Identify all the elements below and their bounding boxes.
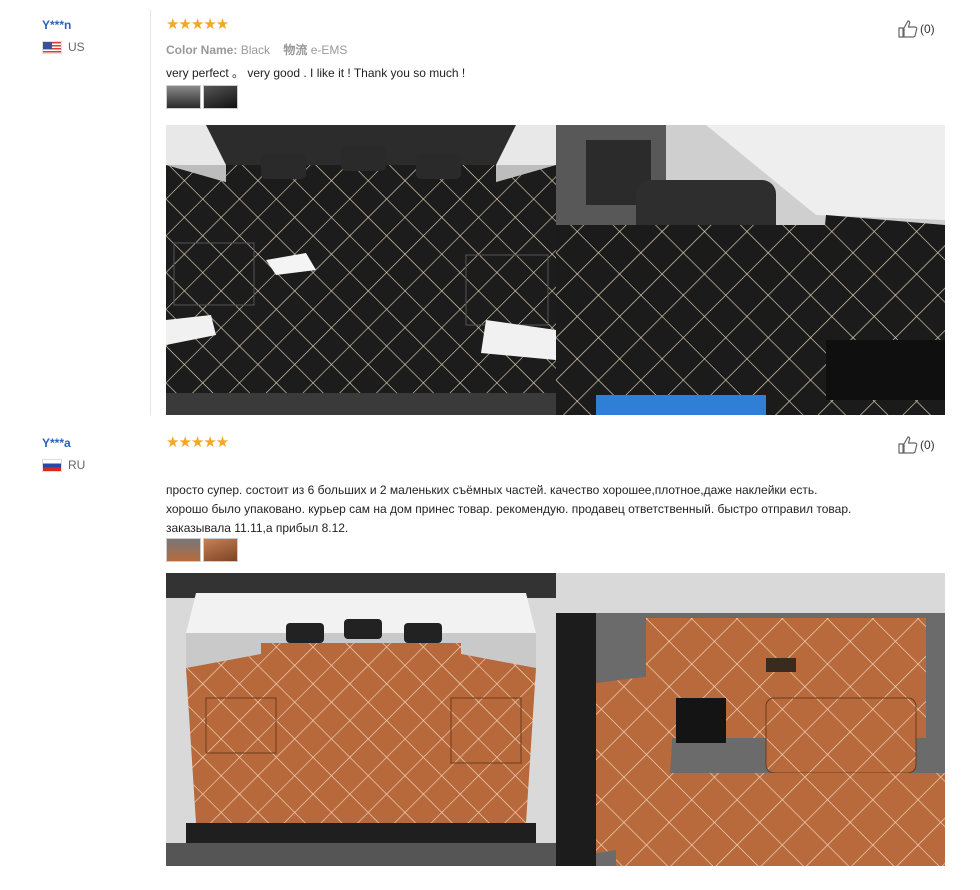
review-2: Y***a RU ★★★★★ (0) просто супер. состоит…: [0, 420, 980, 890]
review-text-line: просто супер. состоит из 6 больших и 2 м…: [166, 483, 818, 497]
review-photo[interactable]: [166, 125, 556, 415]
reviewer-country: RU: [42, 458, 142, 472]
review-text-line: хорошо было упаковано. курьер сам на дом…: [166, 502, 852, 516]
review-1: Y***n US ★★★★★ Color Name: Black 物流 e-EM…: [0, 0, 980, 420]
ru-flag-icon: [42, 458, 62, 472]
photo-thumbnail[interactable]: [166, 538, 201, 562]
review-photo[interactable]: [166, 573, 556, 866]
helpful-count: (0): [920, 22, 935, 36]
shipping-value: e-EMS: [310, 43, 348, 57]
helpful-button[interactable]: (0): [898, 436, 935, 454]
shipping-label: 物流: [283, 43, 308, 57]
thumbs-up-icon: [898, 436, 918, 454]
column-divider: [150, 10, 151, 415]
country-code: RU: [68, 458, 86, 472]
photo-thumbnails: [166, 538, 238, 562]
review-text-line: заказывала 11.11,а прибыл 8.12.: [166, 521, 349, 535]
us-flag-icon: [42, 40, 62, 54]
reviewer-name: Y***a: [42, 436, 71, 450]
order-info: Color Name: Black 物流 e-EMS: [166, 41, 357, 58]
review-photo[interactable]: [556, 573, 945, 866]
color-name-value: Black: [240, 43, 271, 57]
photo-thumbnail[interactable]: [203, 538, 238, 562]
color-name-label: Color Name:: [166, 43, 238, 57]
reviewer-info: Y***a RU: [42, 436, 142, 472]
reviewer-name: Y***n: [42, 18, 72, 32]
helpful-count: (0): [920, 438, 935, 452]
review-photo[interactable]: [556, 125, 945, 415]
thumbs-up-icon: [898, 20, 918, 38]
star-rating: ★★★★★: [166, 16, 229, 33]
photo-thumbnail[interactable]: [166, 85, 201, 109]
review-text: просто супер. состоит из 6 больших и 2 м…: [166, 481, 956, 538]
country-code: US: [68, 40, 85, 54]
reviewer-country: US: [42, 40, 142, 54]
photo-thumbnails: [166, 85, 238, 109]
photo-thumbnail[interactable]: [203, 85, 238, 109]
reviewer-info: Y***n US: [42, 18, 142, 54]
helpful-button[interactable]: (0): [898, 20, 935, 38]
review-text: very perfect 。 very good . I like it ! T…: [166, 66, 466, 80]
star-rating: ★★★★★: [166, 434, 229, 451]
